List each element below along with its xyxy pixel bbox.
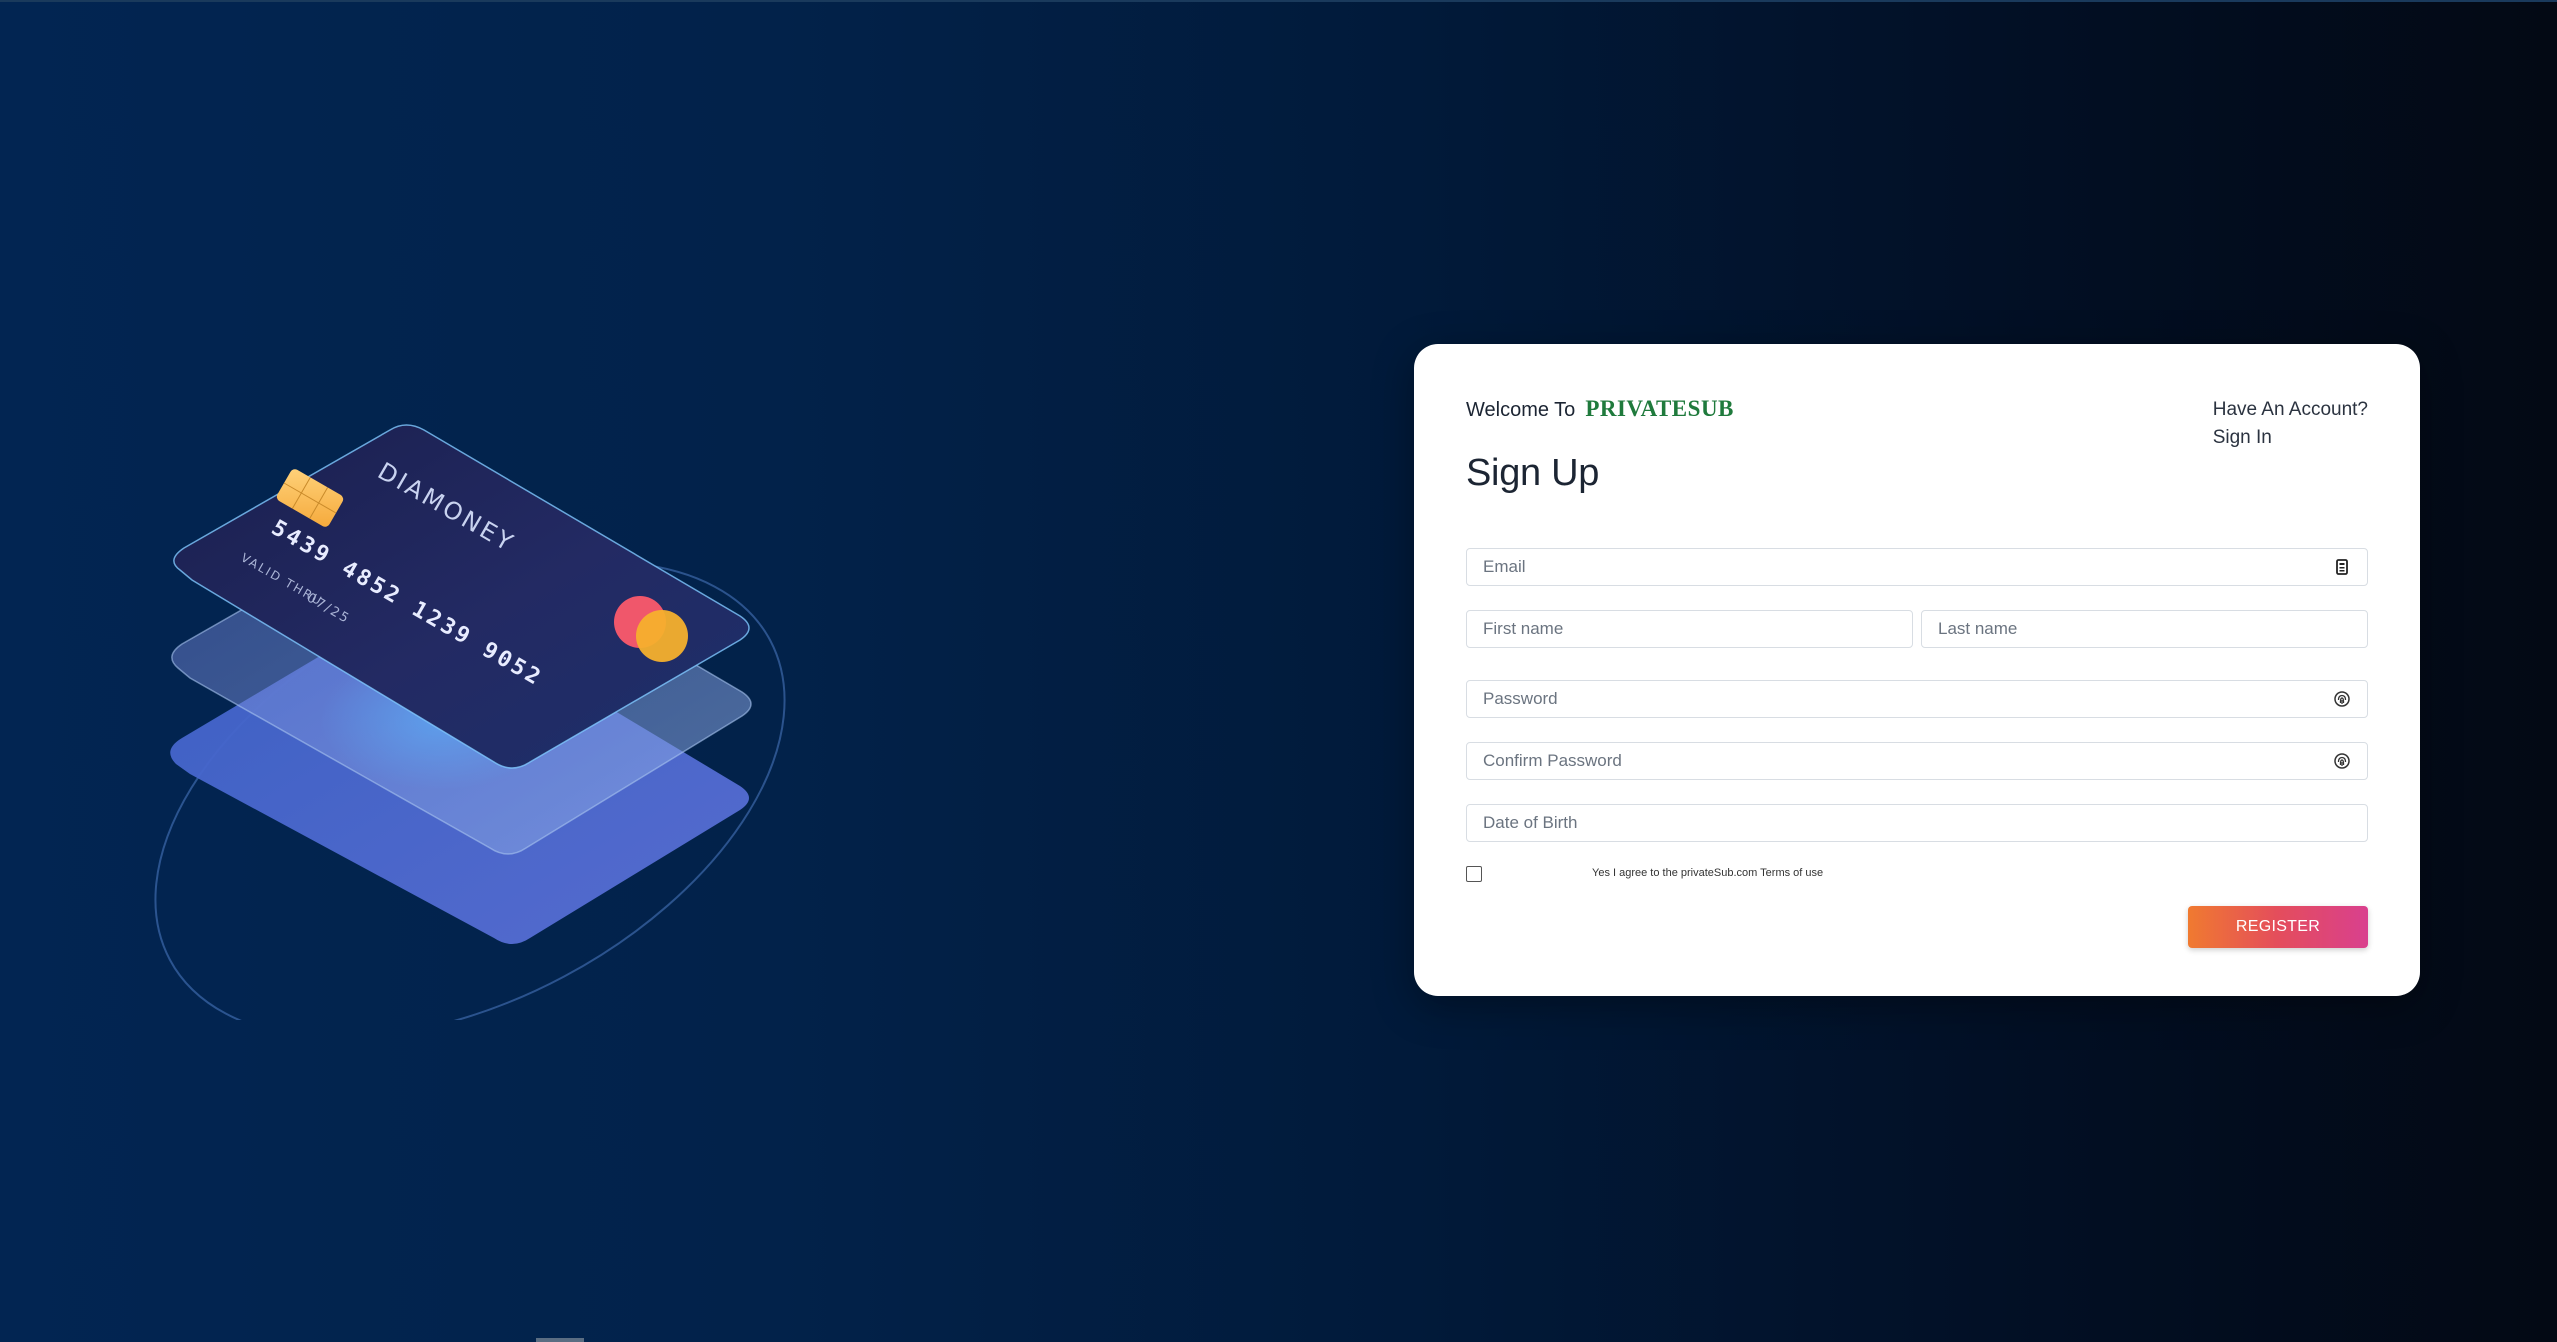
bottom-scroll-indicator [536,1338,584,1342]
last-name-field [1921,610,2368,648]
top-edge [0,0,2557,2]
email-field [1466,548,2368,586]
have-account-text: Have An Account? [2212,399,2368,420]
last-name-input[interactable] [1922,611,2367,647]
fingerprint-icon [2334,691,2350,707]
brand-logo: PRIVATESUB [1585,396,1734,421]
confirm-password-field [1466,742,2368,780]
have-account-block: Have An Account? Sign In [2213,396,2368,452]
first-name-field [1466,610,1913,648]
credit-card-illustration-svg: DIAMONEY 5439 4852 1239 9052 VALID THRU … [154,424,786,1020]
fingerprint-icon [2334,753,2350,769]
register-button[interactable]: REGISTER [2188,906,2368,948]
sign-in-link[interactable]: Sign In [2213,424,2368,452]
signup-card: Welcome To PRIVATESUB Have An Account? S… [1414,344,2420,996]
password-input[interactable] [1467,681,2367,717]
date-of-birth-input[interactable] [1467,805,2367,841]
card-logo-circle-yellow [636,610,688,662]
terms-label: Yes I agree to the privateSub.com Terms … [1592,867,1824,879]
welcome-heading: Welcome To PRIVATESUB [1466,396,1734,422]
page-title: Sign Up [1466,452,1600,494]
email-input[interactable] [1467,549,2367,585]
confirm-password-input[interactable] [1467,743,2367,779]
credit-card-illustration: DIAMONEY 5439 4852 1239 9052 VALID THRU … [110,420,830,1020]
id-card-icon [2336,559,2348,575]
terms-checkbox[interactable] [1466,866,1482,882]
date-of-birth-field [1466,804,2368,842]
welcome-text: Welcome To [1466,399,1576,421]
first-name-input[interactable] [1467,611,1912,647]
password-field [1466,680,2368,718]
